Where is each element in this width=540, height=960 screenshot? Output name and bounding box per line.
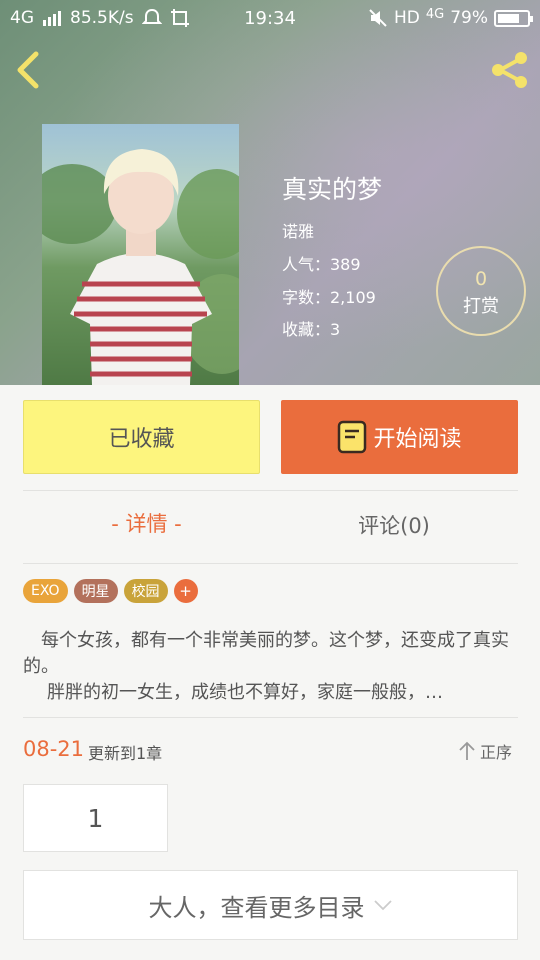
divider [23,563,518,564]
tip-count: 0 [474,268,488,290]
more-catalog-button[interactable]: 大人，查看更多目录 [23,870,518,940]
book-author[interactable]: 诺雅 [282,218,314,242]
book-popularity: 人气：389 [282,255,361,274]
status-time: 19:34 [244,7,296,29]
battery-fill [498,13,520,23]
tab-details[interactable]: - 详情 - [23,508,270,538]
tag-exo[interactable]: EXO [23,579,68,603]
book-cover-image[interactable] [42,124,239,385]
share-button[interactable] [488,50,532,90]
divider [23,717,518,718]
cover-illustration [42,149,239,385]
more-catalog-label: 大人，查看更多目录 [148,893,365,922]
book-favorites: 收藏：3 [282,320,341,339]
collected-button[interactable]: 已收藏 [23,400,260,474]
tag-star[interactable]: 明星 [73,579,118,603]
tip-button[interactable]: 0 打赏 [436,246,526,336]
start-reading-button[interactable]: 开始阅读 [281,400,518,474]
battery-icon [494,9,533,27]
chapter-item[interactable]: 1 [23,784,168,852]
book-synopsis[interactable]: 每个女孩，都有一个非常美丽的梦。这个梦，还变成了真实的。 胖胖的初一女生，成绩也… [23,628,515,706]
start-reading-label: 开始阅读 [373,427,462,452]
chapter-number: 1 [87,803,104,833]
sort-order-button[interactable]: 正序 [458,739,512,763]
sort-order-label: 正序 [480,743,513,762]
tab-comments[interactable]: 评论(0) [270,510,518,540]
book-title: 真实的梦 [282,175,383,204]
chevron-left-icon [17,51,39,89]
update-text: 更新到1章 [88,744,163,763]
back-button[interactable] [12,50,48,90]
tip-label: 打赏 [463,296,499,317]
book-icon [338,420,367,454]
chevron-down-icon [373,900,392,911]
collected-label: 已收藏 [108,427,175,452]
tag-campus[interactable]: 校园 [123,579,168,603]
book-word-count: 字数：2,109 [282,288,376,307]
add-tag-button[interactable]: + [173,579,198,603]
arrow-up-icon [459,741,475,760]
share-icon [492,52,527,88]
update-date: 08-21 [23,737,85,761]
status-bar: 4G 85.5K/s 19:34 HD 4G 79% [0,0,540,36]
divider [23,490,518,491]
synopsis-line: 每个女孩，都有一个非常美丽的梦。这个梦，还变成了真实的。 [23,630,509,677]
tag-list: EXO 明星 校园 + [23,579,198,603]
synopsis-line: 胖胖的初一女生，成绩也不算好，家庭一般般，… [47,682,443,703]
